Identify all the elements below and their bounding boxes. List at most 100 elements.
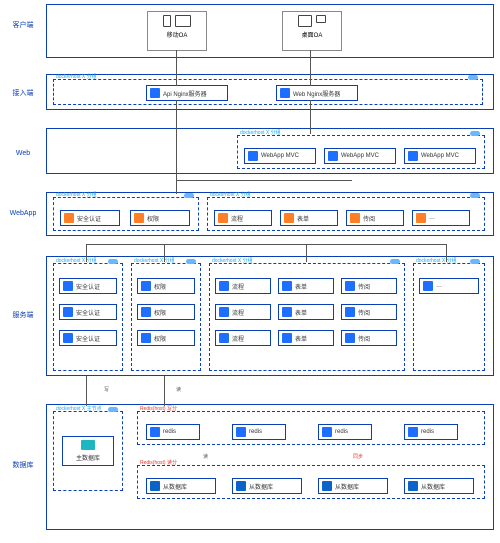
cluster-svc-3: dockerhost X 分组 流程 流程 流程 表单 表单 表单 传阅 传阅 … bbox=[209, 263, 405, 371]
cluster-master: dockerhost X 主节点 主数据库 bbox=[53, 411, 123, 491]
svc-perm-3: 权限 bbox=[137, 330, 195, 346]
layer-access: dockerhost X 分组 Api Nginx服务器 Web Nginx服务… bbox=[46, 74, 494, 110]
nginx-icon bbox=[150, 88, 160, 98]
svc-icon bbox=[219, 281, 229, 291]
cluster-access: dockerhost X 分组 Api Nginx服务器 Web Nginx服务… bbox=[53, 79, 483, 105]
svc-form-2: 表单 bbox=[278, 304, 334, 320]
module-icon bbox=[284, 213, 294, 223]
svc-flow-1: 流程 bbox=[215, 278, 271, 294]
cluster-tag: dockerhost X 分组 bbox=[212, 257, 253, 264]
client-desktop-label: 桌面OA bbox=[283, 30, 341, 41]
cloud-icon bbox=[108, 407, 118, 412]
redis-icon bbox=[150, 427, 160, 437]
webapp-auth: 安全认证 bbox=[60, 210, 120, 226]
row-labels: 客户端 接入端 Web WebApp 服务端 数据库 bbox=[4, 0, 42, 543]
webapp-mvc-3: WebApp MVC bbox=[404, 148, 476, 164]
sql-icon bbox=[408, 481, 418, 491]
svc-icon bbox=[345, 333, 355, 343]
client-mobile-label: 移动OA bbox=[148, 30, 206, 41]
svc-icon bbox=[219, 307, 229, 317]
conn bbox=[176, 180, 352, 181]
svc-circ-3: 传阅 bbox=[341, 330, 397, 346]
svc-perm-1: 权限 bbox=[137, 278, 195, 294]
conn bbox=[310, 100, 311, 134]
redis-icon bbox=[236, 427, 246, 437]
cluster-tag: dockerhost X 分组 bbox=[134, 257, 175, 264]
svc-icon bbox=[345, 281, 355, 291]
flag-write: 写 bbox=[104, 386, 109, 393]
conn bbox=[86, 376, 87, 406]
svc-more: … bbox=[419, 278, 479, 294]
app-icon bbox=[248, 151, 258, 161]
svc-circ-1: 传阅 bbox=[341, 278, 397, 294]
svc-auth-2: 安全认证 bbox=[59, 304, 117, 320]
conn bbox=[164, 244, 165, 262]
module-icon bbox=[64, 213, 74, 223]
cloud-icon bbox=[390, 259, 400, 264]
nginx-icon bbox=[280, 88, 290, 98]
svc-icon bbox=[63, 307, 73, 317]
cluster-redis: Redis(host) 写分 redis redis redis redis bbox=[137, 411, 485, 445]
webapp-flow: 流程 bbox=[214, 210, 272, 226]
conn bbox=[86, 244, 446, 245]
client-mobile: 移动OA bbox=[147, 11, 207, 51]
svc-icon bbox=[345, 307, 355, 317]
db-icon bbox=[81, 440, 95, 450]
cluster-tag: dockerhost X 分组 bbox=[56, 257, 97, 264]
cluster-tag: dockerhost X 分组 bbox=[416, 257, 457, 264]
cluster-tag: dockerhost X 分组 bbox=[56, 191, 97, 198]
client-desktop: 桌面OA bbox=[282, 11, 342, 51]
svc-auth-3: 安全认证 bbox=[59, 330, 117, 346]
svc-form-1: 表单 bbox=[278, 278, 334, 294]
cluster-tag: Redis(host) 读分 bbox=[140, 459, 177, 466]
cluster-slave: Redis(host) 读分 从数据库 从数据库 从数据库 从数据库 bbox=[137, 465, 485, 499]
cluster-webapp-left: dockerhost X 分组 安全认证 权限 bbox=[53, 197, 199, 231]
webapp-mvc-1: WebApp MVC bbox=[244, 148, 316, 164]
svc-icon bbox=[282, 307, 292, 317]
label-client: 客户端 bbox=[4, 20, 42, 30]
webapp-mvc-2: WebApp MVC bbox=[324, 148, 396, 164]
cloud-icon bbox=[108, 259, 118, 264]
api-nginx: Api Nginx服务器 bbox=[146, 85, 228, 101]
redis-icon bbox=[322, 427, 332, 437]
flag-read2: 读 bbox=[176, 386, 181, 393]
cluster-web: dockerhost X 分组 WebApp MVC WebApp MVC We… bbox=[237, 135, 485, 169]
svc-icon bbox=[423, 281, 433, 291]
label-web: Web bbox=[4, 150, 42, 157]
conn bbox=[86, 244, 87, 262]
conn bbox=[310, 50, 311, 86]
cluster-webapp-right: dockerhost X 分组 流程 表单 传阅 … bbox=[207, 197, 485, 231]
conn bbox=[176, 50, 177, 86]
module-icon bbox=[134, 213, 144, 223]
svc-perm-2: 权限 bbox=[137, 304, 195, 320]
cluster-tag: dockerhost X 主节点 bbox=[56, 405, 102, 412]
db-slave-1: 从数据库 bbox=[146, 478, 216, 494]
cluster-svc-4: dockerhost X 分组 … bbox=[413, 263, 485, 371]
tablet-icon bbox=[175, 15, 191, 27]
sql-icon bbox=[236, 481, 246, 491]
redis-3: redis bbox=[318, 424, 372, 440]
layer-web: dockerhost X 分组 WebApp MVC WebApp MVC We… bbox=[46, 128, 494, 174]
svc-icon bbox=[141, 281, 151, 291]
label-webapp: WebApp bbox=[4, 210, 42, 217]
svc-auth-1: 安全认证 bbox=[59, 278, 117, 294]
layer-client: 移动OA 桌面OA bbox=[46, 4, 494, 58]
module-icon bbox=[416, 213, 426, 223]
svc-icon bbox=[63, 333, 73, 343]
cloud-icon bbox=[186, 259, 196, 264]
monitor-icon bbox=[298, 15, 312, 27]
svc-flow-2: 流程 bbox=[215, 304, 271, 320]
app-icon bbox=[328, 151, 338, 161]
laptop-icon bbox=[316, 15, 326, 23]
flag-read: 读 bbox=[203, 453, 208, 460]
webapp-form: 表单 bbox=[280, 210, 338, 226]
phone-icon bbox=[163, 15, 171, 27]
webapp-more: … bbox=[412, 210, 470, 226]
redis-icon bbox=[408, 427, 418, 437]
layer-db: dockerhost X 主节点 主数据库 Redis(host) 写分 red… bbox=[46, 404, 494, 530]
cloud-icon bbox=[184, 193, 194, 198]
flag-sync: 同步 bbox=[353, 453, 363, 460]
svc-icon bbox=[219, 333, 229, 343]
db-slave-4: 从数据库 bbox=[404, 478, 474, 494]
redis-2: redis bbox=[232, 424, 286, 440]
